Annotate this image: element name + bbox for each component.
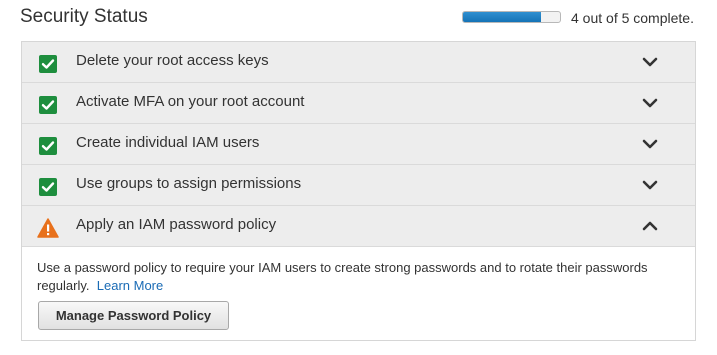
check-icon <box>39 55 57 73</box>
warning-icon <box>37 218 59 238</box>
checklist-item-label: Use groups to assign permissions <box>76 175 302 192</box>
detail-description: Use a password policy to require your IA… <box>37 259 677 295</box>
page-title: Security Status <box>20 6 148 27</box>
checklist-item-label: Create individual IAM users <box>76 134 260 151</box>
checklist-item-label: Delete your root access keys <box>76 52 269 69</box>
checklist-item-label: Activate MFA on your root account <box>76 93 305 110</box>
checklist-item-use-groups[interactable]: Use groups to assign permissions <box>22 165 695 206</box>
checklist-item-label: Apply an IAM password policy <box>76 216 277 233</box>
checklist-item-activate-mfa[interactable]: Activate MFA on your root account <box>22 83 695 124</box>
manage-password-policy-button[interactable]: Manage Password Policy <box>38 301 229 330</box>
chevron-down-icon[interactable] <box>642 137 658 149</box>
chevron-down-icon[interactable] <box>642 55 658 67</box>
password-policy-detail: Use a password policy to require your IA… <box>22 248 695 340</box>
checklist-item-create-iam-users[interactable]: Create individual IAM users <box>22 124 695 165</box>
chevron-down-icon[interactable] <box>642 96 658 108</box>
security-status-header: Security Status 4 out of 5 complete. <box>0 0 717 38</box>
security-checklist: Delete your root access keys Activate MF… <box>21 41 696 341</box>
progress-text: 4 out of 5 complete. <box>571 10 694 26</box>
check-icon <box>39 178 57 196</box>
learn-more-link[interactable]: Learn More <box>97 278 163 293</box>
checklist-item-delete-root-keys[interactable]: Delete your root access keys <box>22 42 695 83</box>
chevron-up-icon[interactable] <box>642 219 658 231</box>
check-icon <box>39 96 57 114</box>
progress-bar-fill <box>463 12 541 22</box>
chevron-down-icon[interactable] <box>642 178 658 190</box>
checklist-item-password-policy[interactable]: Apply an IAM password policy <box>22 206 695 247</box>
check-icon <box>39 137 57 155</box>
progress-bar <box>462 11 561 23</box>
